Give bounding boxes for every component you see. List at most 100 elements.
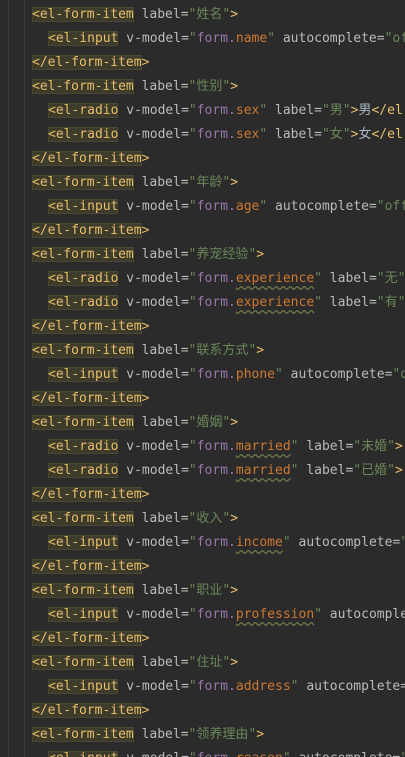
field-name: income bbox=[235, 535, 283, 550]
tag-name: </el-form-item bbox=[32, 319, 142, 334]
tag-name: <el-input bbox=[48, 535, 119, 550]
attribute-name: label= bbox=[133, 727, 189, 742]
code-line[interactable]: <el-form-item label="姓名"> bbox=[32, 3, 238, 27]
tag-name: </el-form-item bbox=[32, 391, 142, 406]
code-line[interactable]: </el-form-item> bbox=[32, 555, 149, 579]
code-editor[interactable]: <el-form-item label="姓名"> <el-input v-mod… bbox=[0, 0, 405, 757]
code-line[interactable]: <el-input v-model="form.address" autocom… bbox=[48, 675, 405, 699]
string-literal: " bbox=[290, 439, 299, 454]
form-reference: form. bbox=[196, 607, 236, 622]
code-line[interactable]: <el-form-item label="年龄"> bbox=[32, 171, 238, 195]
string-literal: "off" bbox=[376, 199, 405, 214]
string-literal: "领养理由" bbox=[188, 727, 257, 742]
attribute-name: label= bbox=[133, 511, 189, 526]
code-line[interactable]: <el-input v-model="form.phone" autocompl… bbox=[48, 363, 405, 387]
form-reference: form. bbox=[196, 127, 236, 142]
form-reference: form. bbox=[196, 367, 236, 382]
tag-name: <el-radio bbox=[48, 295, 119, 310]
attribute-name: v-model= bbox=[118, 103, 189, 118]
code-line[interactable]: </el-form-item> bbox=[32, 147, 149, 171]
attribute-name: v-model= bbox=[118, 751, 189, 757]
attribute-name: label= bbox=[267, 103, 322, 118]
attribute-name: v-model= bbox=[118, 31, 189, 46]
string-literal: " bbox=[188, 295, 197, 310]
code-line[interactable]: <el-input v-model="form.reason" autocomp… bbox=[48, 747, 405, 757]
code-line[interactable]: </el-form-item> bbox=[32, 387, 149, 411]
tag-name: <el-radio bbox=[48, 271, 119, 286]
string-literal: " bbox=[259, 199, 268, 214]
tag-bracket: </el-radio> bbox=[371, 127, 405, 142]
attribute-name: autocomplete= bbox=[290, 535, 401, 550]
tag-name: <el-input bbox=[48, 31, 119, 46]
string-literal: "姓名" bbox=[188, 7, 231, 22]
code-line[interactable]: <el-form-item label="性别"> bbox=[32, 75, 238, 99]
code-line[interactable]: <el-form-item label="职业"> bbox=[32, 579, 238, 603]
tag-name: <el-input bbox=[48, 199, 119, 214]
form-reference: form. bbox=[196, 679, 236, 694]
code-line[interactable]: <el-form-item label="收入"> bbox=[32, 507, 238, 531]
code-line[interactable]: </el-form-item> bbox=[32, 627, 149, 651]
tag-name: <el-form-item bbox=[32, 247, 134, 262]
code-line[interactable]: <el-radio v-model="form.experience" labe… bbox=[48, 267, 405, 291]
field-name: experience bbox=[235, 271, 315, 286]
attribute-name: v-model= bbox=[118, 199, 189, 214]
tag-name: <el-input bbox=[48, 751, 119, 757]
code-line[interactable]: </el-form-item> bbox=[32, 51, 149, 75]
string-literal: " bbox=[188, 367, 197, 382]
field-name: experience bbox=[235, 295, 315, 310]
attribute-name: autocomplete= bbox=[267, 199, 377, 214]
attribute-name: v-model= bbox=[118, 295, 189, 310]
form-reference: form. bbox=[196, 271, 236, 286]
tag-name: </el-form-item bbox=[32, 487, 142, 502]
tag-bracket: > bbox=[141, 559, 150, 574]
field-name: sex bbox=[235, 103, 260, 118]
code-line[interactable]: <el-radio v-model="form.experience" labe… bbox=[48, 291, 405, 315]
code-line[interactable]: <el-radio v-model="form.sex" label="女">女… bbox=[48, 123, 405, 147]
code-line[interactable]: </el-form-item> bbox=[32, 483, 149, 507]
string-literal: " bbox=[275, 367, 283, 382]
string-literal: " bbox=[259, 103, 268, 118]
field-name: married bbox=[235, 463, 291, 478]
code-line[interactable]: <el-form-item label="住址"> bbox=[32, 651, 238, 675]
code-line[interactable]: </el-form-item> bbox=[32, 315, 149, 339]
code-line[interactable]: <el-input v-model="form.income" autocomp… bbox=[48, 531, 405, 555]
field-name: age bbox=[235, 199, 260, 214]
code-line[interactable]: <el-input v-model="form.profession" auto… bbox=[48, 603, 405, 627]
tag-name: </el-form-item bbox=[32, 703, 142, 718]
field-name: married bbox=[235, 439, 291, 454]
indent-guide bbox=[8, 0, 9, 757]
tag-name: <el-radio bbox=[48, 439, 119, 454]
string-literal: "未婚" bbox=[353, 439, 395, 454]
string-literal: "有" bbox=[376, 295, 405, 310]
code-line[interactable]: <el-form-item label="婚姻"> bbox=[32, 411, 238, 435]
string-literal: " bbox=[188, 103, 197, 118]
attribute-name: autocomplete= bbox=[282, 367, 393, 382]
code-line[interactable]: <el-form-item label="领养理由"> bbox=[32, 723, 264, 747]
code-line[interactable]: <el-radio v-model="form.sex" label="男">男… bbox=[48, 99, 405, 123]
attribute-name: autocomplete= bbox=[275, 31, 385, 46]
code-line[interactable]: <el-radio v-model="form.married" label="… bbox=[48, 435, 403, 459]
tag-bracket: > bbox=[141, 151, 150, 166]
form-reference: form. bbox=[196, 535, 236, 550]
field-name: name bbox=[235, 31, 268, 46]
tag-name: </el-form-item bbox=[32, 151, 142, 166]
attribute-name: autocomplete= bbox=[291, 751, 400, 757]
tag-bracket: > bbox=[230, 79, 239, 94]
attribute-name: label= bbox=[133, 343, 189, 358]
code-line[interactable]: <el-form-item label="联系方式"> bbox=[32, 339, 264, 363]
code-line[interactable]: <el-input v-model="form.name" autocomple… bbox=[48, 27, 405, 51]
code-line[interactable]: </el-form-item> bbox=[32, 219, 149, 243]
tag-name: <el-form-item bbox=[32, 415, 134, 430]
code-line[interactable]: <el-input v-model="form.age" autocomplet… bbox=[48, 195, 405, 219]
code-line[interactable]: </el-form-item> bbox=[32, 699, 149, 723]
form-reference: form. bbox=[196, 31, 236, 46]
code-line[interactable]: <el-radio v-model="form.married" label="… bbox=[48, 459, 403, 483]
form-reference: form. bbox=[196, 463, 236, 478]
field-name: reason bbox=[236, 751, 283, 757]
attribute-name: label= bbox=[267, 127, 322, 142]
field-name: sex bbox=[235, 127, 260, 142]
attribute-name: label= bbox=[133, 583, 189, 598]
code-line[interactable]: <el-form-item label="养宠经验"> bbox=[32, 243, 264, 267]
string-literal: "性别" bbox=[188, 79, 231, 94]
tag-name: <el-form-item bbox=[32, 79, 134, 94]
